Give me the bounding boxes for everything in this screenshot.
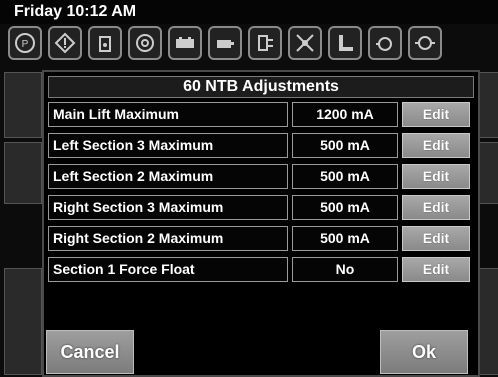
fan-icon[interactable]	[288, 26, 322, 60]
fuel-filter-icon[interactable]	[88, 26, 122, 60]
transmission-icon[interactable]	[328, 26, 362, 60]
row-value: 500 mA	[292, 164, 398, 189]
engine-oil-icon[interactable]	[208, 26, 242, 60]
row-label: Right Section 3 Maximum	[48, 195, 288, 220]
edit-button[interactable]: Edit	[402, 195, 470, 220]
row-label: Left Section 2 Maximum	[48, 164, 288, 189]
edit-button[interactable]: Edit	[402, 133, 470, 158]
row-value: 500 mA	[292, 133, 398, 158]
adjustment-row: Right Section 3 Maximum 500 mA Edit	[48, 195, 472, 220]
indicator-strip: P	[8, 26, 498, 66]
background-panel-left-bottom	[4, 268, 42, 375]
row-label: Right Section 2 Maximum	[48, 226, 288, 251]
adjustment-row: Right Section 2 Maximum 500 mA Edit	[48, 226, 472, 251]
engine-icon[interactable]	[368, 26, 402, 60]
parking-brake-icon[interactable]: P	[8, 26, 42, 60]
background-panel-left-top	[4, 72, 42, 138]
hydraulic-icon[interactable]	[248, 26, 282, 60]
row-value: 1200 mA	[292, 102, 398, 127]
row-label: Main Lift Maximum	[48, 102, 288, 127]
dialog-title: 60 NTB Adjustments	[48, 76, 474, 98]
edit-button[interactable]: Edit	[402, 102, 470, 127]
row-value: 500 mA	[292, 195, 398, 220]
warning-icon[interactable]	[48, 26, 82, 60]
adjustment-row: Left Section 2 Maximum 500 mA Edit	[48, 164, 472, 189]
battery-icon[interactable]	[168, 26, 202, 60]
adjustment-row: Section 1 Force Float No Edit	[48, 257, 472, 282]
ok-button[interactable]: Ok	[380, 330, 468, 374]
edit-button[interactable]: Edit	[402, 164, 470, 189]
status-bar: Friday 10:12 AM	[0, 0, 498, 24]
row-label: Section 1 Force Float	[48, 257, 288, 282]
edit-button[interactable]: Edit	[402, 257, 470, 282]
row-label: Left Section 3 Maximum	[48, 133, 288, 158]
adjustment-row: Left Section 3 Maximum 500 mA Edit	[48, 133, 472, 158]
coolant-icon[interactable]	[128, 26, 162, 60]
row-value: No	[292, 257, 398, 282]
adjustments-dialog: 60 NTB Adjustments Main Lift Maximum 120…	[42, 70, 480, 377]
adjustment-row: Main Lift Maximum 1200 mA Edit	[48, 102, 472, 127]
pump-icon[interactable]	[408, 26, 442, 60]
edit-button[interactable]: Edit	[402, 226, 470, 251]
svg-text:P: P	[22, 39, 29, 50]
row-value: 500 mA	[292, 226, 398, 251]
clock: Friday 10:12 AM	[14, 3, 137, 20]
cancel-button[interactable]: Cancel	[46, 330, 134, 374]
background-panel-left-mid	[4, 142, 42, 204]
